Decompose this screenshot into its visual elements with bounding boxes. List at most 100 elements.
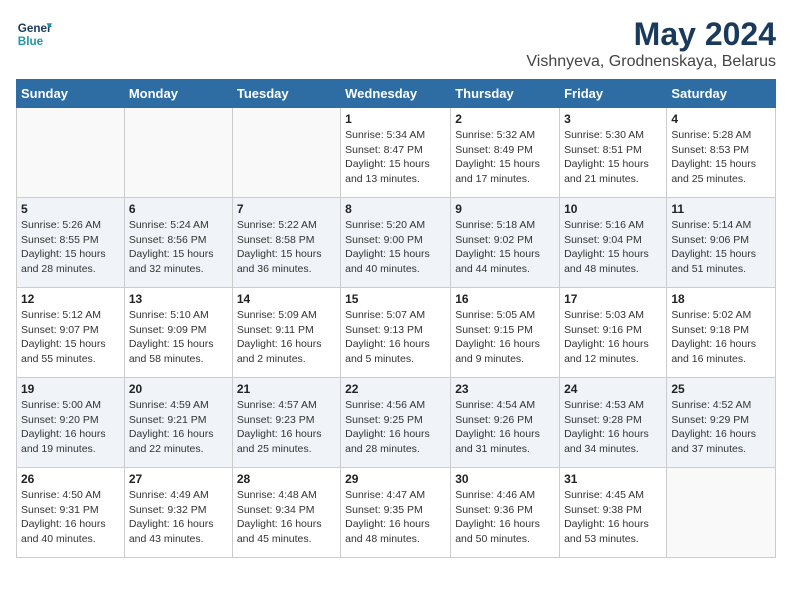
calendar-day-cell: 23 Sunrise: 4:54 AM Sunset: 9:26 PM Dayli… bbox=[451, 378, 560, 468]
day-number: 10 bbox=[564, 202, 662, 216]
day-number: 25 bbox=[671, 382, 771, 396]
calendar-day-cell: 31 Sunrise: 4:45 AM Sunset: 9:38 PM Dayli… bbox=[560, 468, 667, 558]
day-info: Sunrise: 5:22 AM Sunset: 8:58 PM Dayligh… bbox=[237, 218, 336, 277]
calendar-day-cell: 25 Sunrise: 4:52 AM Sunset: 9:29 PM Dayli… bbox=[667, 378, 776, 468]
logo: General Blue bbox=[16, 16, 52, 52]
day-number: 14 bbox=[237, 292, 336, 306]
day-info: Sunrise: 4:48 AM Sunset: 9:34 PM Dayligh… bbox=[237, 488, 336, 547]
day-info: Sunrise: 4:45 AM Sunset: 9:38 PM Dayligh… bbox=[564, 488, 662, 547]
day-info: Sunrise: 5:34 AM Sunset: 8:47 PM Dayligh… bbox=[345, 128, 446, 187]
day-number: 4 bbox=[671, 112, 771, 126]
day-info: Sunrise: 4:59 AM Sunset: 9:21 PM Dayligh… bbox=[129, 398, 228, 457]
calendar-day-cell: 8 Sunrise: 5:20 AM Sunset: 9:00 PM Daylig… bbox=[341, 198, 451, 288]
svg-text:General: General bbox=[18, 22, 52, 35]
calendar-day-cell: 1 Sunrise: 5:34 AM Sunset: 8:47 PM Daylig… bbox=[341, 108, 451, 198]
day-number: 31 bbox=[564, 472, 662, 486]
day-number: 2 bbox=[455, 112, 555, 126]
calendar-day-cell: 24 Sunrise: 4:53 AM Sunset: 9:28 PM Dayli… bbox=[560, 378, 667, 468]
day-info: Sunrise: 5:09 AM Sunset: 9:11 PM Dayligh… bbox=[237, 308, 336, 367]
day-info: Sunrise: 5:14 AM Sunset: 9:06 PM Dayligh… bbox=[671, 218, 771, 277]
weekday-header-cell: Saturday bbox=[667, 80, 776, 108]
calendar-day-cell bbox=[124, 108, 232, 198]
day-info: Sunrise: 4:56 AM Sunset: 9:25 PM Dayligh… bbox=[345, 398, 446, 457]
day-info: Sunrise: 4:57 AM Sunset: 9:23 PM Dayligh… bbox=[237, 398, 336, 457]
day-number: 12 bbox=[21, 292, 120, 306]
day-info: Sunrise: 4:50 AM Sunset: 9:31 PM Dayligh… bbox=[21, 488, 120, 547]
day-info: Sunrise: 4:49 AM Sunset: 9:32 PM Dayligh… bbox=[129, 488, 228, 547]
day-number: 8 bbox=[345, 202, 446, 216]
calendar-week-row: 26 Sunrise: 4:50 AM Sunset: 9:31 PM Dayli… bbox=[17, 468, 776, 558]
calendar-week-row: 1 Sunrise: 5:34 AM Sunset: 8:47 PM Daylig… bbox=[17, 108, 776, 198]
calendar-day-cell bbox=[17, 108, 125, 198]
day-info: Sunrise: 5:05 AM Sunset: 9:15 PM Dayligh… bbox=[455, 308, 555, 367]
calendar-day-cell: 20Sunrise: 4:59 AM Sunset: 9:21 PM Dayli… bbox=[124, 378, 232, 468]
calendar-day-cell: 30Sunrise: 4:46 AM Sunset: 9:36 PM Dayli… bbox=[451, 468, 560, 558]
day-number: 15 bbox=[345, 292, 446, 306]
day-number: 27 bbox=[129, 472, 228, 486]
calendar-week-row: 5 Sunrise: 5:26 AM Sunset: 8:55 PM Daylig… bbox=[17, 198, 776, 288]
day-info: Sunrise: 4:46 AM Sunset: 9:36 PM Dayligh… bbox=[455, 488, 555, 547]
calendar-day-cell: 10 Sunrise: 5:16 AM Sunset: 9:04 PM Dayli… bbox=[560, 198, 667, 288]
weekday-header-row: SundayMondayTuesdayWednesdayThursdayFrid… bbox=[17, 80, 776, 108]
calendar-day-cell: 19 Sunrise: 5:00 AM Sunset: 9:20 PM Dayli… bbox=[17, 378, 125, 468]
day-number: 23 bbox=[455, 382, 555, 396]
day-number: 7 bbox=[237, 202, 336, 216]
day-info: Sunrise: 5:20 AM Sunset: 9:00 PM Dayligh… bbox=[345, 218, 446, 277]
calendar-day-cell: 27 Sunrise: 4:49 AM Sunset: 9:32 PM Dayli… bbox=[124, 468, 232, 558]
calendar-day-cell: 9Sunrise: 5:18 AM Sunset: 9:02 PM Daylig… bbox=[451, 198, 560, 288]
calendar-day-cell: 4 Sunrise: 5:28 AM Sunset: 8:53 PM Daylig… bbox=[667, 108, 776, 198]
day-number: 6 bbox=[129, 202, 228, 216]
calendar-day-cell: 13Sunrise: 5:10 AM Sunset: 9:09 PM Dayli… bbox=[124, 288, 232, 378]
calendar-day-cell: 14 Sunrise: 5:09 AM Sunset: 9:11 PM Dayli… bbox=[232, 288, 340, 378]
calendar-week-row: 19 Sunrise: 5:00 AM Sunset: 9:20 PM Dayli… bbox=[17, 378, 776, 468]
calendar-body: 1 Sunrise: 5:34 AM Sunset: 8:47 PM Daylig… bbox=[17, 108, 776, 558]
day-number: 5 bbox=[21, 202, 120, 216]
day-info: Sunrise: 5:30 AM Sunset: 8:51 PM Dayligh… bbox=[564, 128, 662, 187]
calendar-day-cell: 16Sunrise: 5:05 AM Sunset: 9:15 PM Dayli… bbox=[451, 288, 560, 378]
day-info: Sunrise: 5:16 AM Sunset: 9:04 PM Dayligh… bbox=[564, 218, 662, 277]
calendar-day-cell bbox=[232, 108, 340, 198]
calendar-day-cell: 3 Sunrise: 5:30 AM Sunset: 8:51 PM Daylig… bbox=[560, 108, 667, 198]
day-info: Sunrise: 5:10 AM Sunset: 9:09 PM Dayligh… bbox=[129, 308, 228, 367]
calendar-day-cell: 21 Sunrise: 4:57 AM Sunset: 9:23 PM Dayli… bbox=[232, 378, 340, 468]
calendar-day-cell: 12Sunrise: 5:12 AM Sunset: 9:07 PM Dayli… bbox=[17, 288, 125, 378]
day-number: 29 bbox=[345, 472, 446, 486]
svg-text:Blue: Blue bbox=[18, 35, 44, 48]
weekday-header-cell: Tuesday bbox=[232, 80, 340, 108]
day-number: 11 bbox=[671, 202, 771, 216]
day-info: Sunrise: 4:54 AM Sunset: 9:26 PM Dayligh… bbox=[455, 398, 555, 457]
day-info: Sunrise: 4:47 AM Sunset: 9:35 PM Dayligh… bbox=[345, 488, 446, 547]
calendar-day-cell: 6 Sunrise: 5:24 AM Sunset: 8:56 PM Daylig… bbox=[124, 198, 232, 288]
day-number: 28 bbox=[237, 472, 336, 486]
page-header: General Blue May 2024 Vishnyeva, Grodnen… bbox=[16, 16, 776, 71]
day-number: 9 bbox=[455, 202, 555, 216]
day-info: Sunrise: 5:26 AM Sunset: 8:55 PM Dayligh… bbox=[21, 218, 120, 277]
title-block: May 2024 Vishnyeva, Grodnenskaya, Belaru… bbox=[526, 16, 776, 71]
weekday-header-cell: Monday bbox=[124, 80, 232, 108]
calendar-day-cell: 15Sunrise: 5:07 AM Sunset: 9:13 PM Dayli… bbox=[341, 288, 451, 378]
day-number: 24 bbox=[564, 382, 662, 396]
calendar-day-cell: 5 Sunrise: 5:26 AM Sunset: 8:55 PM Daylig… bbox=[17, 198, 125, 288]
calendar-week-row: 12Sunrise: 5:12 AM Sunset: 9:07 PM Dayli… bbox=[17, 288, 776, 378]
location-subtitle: Vishnyeva, Grodnenskaya, Belarus bbox=[526, 53, 776, 71]
day-info: Sunrise: 5:28 AM Sunset: 8:53 PM Dayligh… bbox=[671, 128, 771, 187]
calendar-day-cell: 26 Sunrise: 4:50 AM Sunset: 9:31 PM Dayli… bbox=[17, 468, 125, 558]
calendar-table: SundayMondayTuesdayWednesdayThursdayFrid… bbox=[16, 79, 776, 558]
calendar-day-cell: 17Sunrise: 5:03 AM Sunset: 9:16 PM Dayli… bbox=[560, 288, 667, 378]
day-info: Sunrise: 4:53 AM Sunset: 9:28 PM Dayligh… bbox=[564, 398, 662, 457]
day-number: 1 bbox=[345, 112, 446, 126]
day-number: 18 bbox=[671, 292, 771, 306]
calendar-day-cell: 7 Sunrise: 5:22 AM Sunset: 8:58 PM Daylig… bbox=[232, 198, 340, 288]
day-info: Sunrise: 5:00 AM Sunset: 9:20 PM Dayligh… bbox=[21, 398, 120, 457]
day-number: 3 bbox=[564, 112, 662, 126]
day-number: 21 bbox=[237, 382, 336, 396]
day-info: Sunrise: 5:24 AM Sunset: 8:56 PM Dayligh… bbox=[129, 218, 228, 277]
day-number: 22 bbox=[345, 382, 446, 396]
calendar-day-cell: 29 Sunrise: 4:47 AM Sunset: 9:35 PM Dayli… bbox=[341, 468, 451, 558]
weekday-header-cell: Friday bbox=[560, 80, 667, 108]
calendar-day-cell: 18Sunrise: 5:02 AM Sunset: 9:18 PM Dayli… bbox=[667, 288, 776, 378]
day-number: 19 bbox=[21, 382, 120, 396]
day-info: Sunrise: 4:52 AM Sunset: 9:29 PM Dayligh… bbox=[671, 398, 771, 457]
day-info: Sunrise: 5:03 AM Sunset: 9:16 PM Dayligh… bbox=[564, 308, 662, 367]
day-number: 26 bbox=[21, 472, 120, 486]
